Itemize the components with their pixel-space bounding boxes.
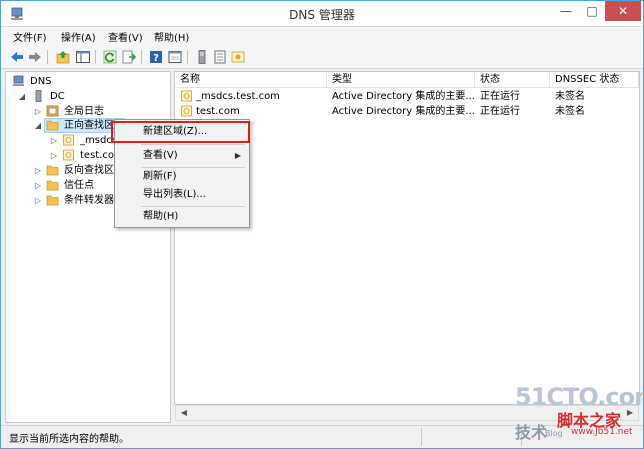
folder-icon bbox=[46, 165, 59, 176]
ctx-view-label: 查看(V) bbox=[143, 150, 178, 161]
back-arrow-icon[interactable] bbox=[9, 49, 25, 65]
server-icon[interactable] bbox=[194, 49, 210, 65]
zone-icon bbox=[63, 149, 74, 161]
status-divider bbox=[421, 428, 422, 446]
toolbar-separator bbox=[47, 50, 48, 64]
zone-icon bbox=[63, 134, 74, 146]
cell-dnssec: 未签名 bbox=[555, 91, 585, 102]
cell-name: test.com bbox=[196, 106, 240, 117]
tree-label-trust-points: 信任点 bbox=[64, 180, 94, 191]
menu-view[interactable]: 查看(V) bbox=[108, 29, 143, 44]
tree-node-dc[interactable]: ◢ DC bbox=[10, 89, 160, 104]
status-text: 显示当前所选内容的帮助。 bbox=[9, 434, 129, 445]
expand-arrow-icon[interactable]: ▷ bbox=[34, 178, 42, 193]
expand-arrow-icon[interactable]: ▷ bbox=[34, 193, 42, 208]
zone-icon bbox=[181, 105, 192, 117]
column-header-type[interactable]: 类型 bbox=[327, 72, 475, 88]
watermark: 51CTO.com 脚本之家 技术 Blog www.Jb51.net bbox=[515, 383, 644, 445]
expand-arrow-icon[interactable]: ▷ bbox=[50, 133, 58, 148]
maximize-button[interactable]: □ bbox=[579, 1, 605, 21]
folder-icon bbox=[46, 180, 59, 191]
menu-separator bbox=[141, 206, 245, 207]
list-row[interactable]: _msdcs.test.com Active Directory 集成的主要..… bbox=[175, 89, 639, 104]
ctx-help[interactable]: 帮助(H) bbox=[115, 208, 249, 226]
cell-name: _msdcs.test.com bbox=[196, 91, 280, 102]
menu-file[interactable]: 文件(F) bbox=[13, 29, 47, 44]
ctx-refresh[interactable]: 刷新(F) bbox=[115, 168, 249, 186]
tree-label-reverse-lookup: 反向查找区域 bbox=[64, 165, 120, 176]
menu-bar: 文件(F) 操作(A) 查看(V) 帮助(H) bbox=[1, 27, 643, 45]
expand-arrow-icon[interactable]: ▷ bbox=[34, 163, 42, 178]
column-header-name[interactable]: 名称 bbox=[175, 72, 327, 88]
watermark-blog: Blog bbox=[545, 429, 563, 438]
annotation-highlight-box bbox=[111, 121, 250, 143]
column-header-dnssec[interactable]: DNSSEC 状态 bbox=[550, 72, 639, 88]
ctx-export-list[interactable]: 导出列表(L)... bbox=[115, 186, 249, 204]
cell-status: 正在运行 bbox=[480, 91, 520, 102]
tree-node-global-logs[interactable]: ▷ 全局日志 bbox=[10, 104, 160, 119]
submenu-arrow-icon: ▶ bbox=[234, 151, 241, 160]
record-icon[interactable] bbox=[230, 49, 246, 65]
cell-dnssec: 未签名 bbox=[555, 106, 585, 117]
title-bar: DNS 管理器 — □ ✕ bbox=[1, 1, 643, 27]
zone-icon bbox=[181, 90, 192, 102]
dns-manager-window: DNS 管理器 — □ ✕ 文件(F) 操作(A) 查看(V) 帮助(H) ? … bbox=[0, 0, 644, 449]
refresh-icon[interactable] bbox=[102, 49, 118, 65]
export-icon[interactable] bbox=[121, 49, 137, 65]
cell-status: 正在运行 bbox=[480, 106, 520, 117]
close-button[interactable]: ✕ bbox=[605, 1, 641, 21]
column-header-status[interactable]: 状态 bbox=[475, 72, 550, 88]
zone-icon[interactable] bbox=[212, 49, 228, 65]
tree-label-dc: DC bbox=[50, 91, 65, 102]
svg-text:?: ? bbox=[153, 53, 159, 64]
window-title: DNS 管理器 bbox=[289, 8, 355, 22]
tree-node-msdcs[interactable]: ▷ _msdcs.test.com bbox=[10, 133, 120, 148]
collapse-arrow-icon[interactable]: ◢ bbox=[34, 118, 42, 133]
tree-node-test-com[interactable]: ▷ test.com bbox=[10, 148, 120, 163]
folder-icon bbox=[46, 120, 59, 131]
tree-label-conditional-forwarders: 条件转发器 bbox=[64, 195, 114, 206]
toolbar-separator bbox=[141, 50, 142, 64]
tree-label-dns: DNS bbox=[30, 76, 52, 87]
list-row[interactable]: test.com Active Directory 集成的主要... 正在运行 … bbox=[175, 104, 639, 119]
toolbar-separator bbox=[95, 50, 96, 64]
tree-node-dns[interactable]: DNS bbox=[10, 74, 160, 89]
scroll-left-icon[interactable]: ◀ bbox=[177, 407, 191, 419]
toolbar: ? bbox=[1, 45, 643, 69]
toolbar-separator bbox=[187, 50, 188, 64]
server-icon bbox=[35, 90, 42, 102]
expand-arrow-icon[interactable]: ▷ bbox=[50, 148, 58, 163]
menu-help[interactable]: 帮助(H) bbox=[154, 29, 189, 44]
watermark-url: www.Jb51.net bbox=[571, 427, 633, 437]
cell-type: Active Directory 集成的主要... bbox=[332, 91, 474, 102]
menu-action[interactable]: 操作(A) bbox=[61, 29, 96, 44]
up-folder-icon[interactable] bbox=[55, 49, 71, 65]
ctx-view[interactable]: 查看(V) ▶ bbox=[115, 147, 249, 165]
expand-arrow-icon[interactable]: ▷ bbox=[34, 104, 42, 119]
tree-label-global-logs: 全局日志 bbox=[64, 106, 104, 117]
tree-node-forward-lookup[interactable]: ◢ 正向查找区域 bbox=[10, 118, 125, 133]
watermark-tech: 技术 bbox=[515, 423, 548, 442]
help-icon[interactable]: ? bbox=[148, 49, 164, 65]
cell-type: Active Directory 集成的主要... bbox=[332, 106, 474, 117]
menu-separator bbox=[141, 144, 245, 145]
show-tree-icon[interactable] bbox=[75, 49, 91, 65]
folder-icon bbox=[46, 195, 59, 206]
tree-node-reverse-lookup[interactable]: ▷ 反向查找区域 bbox=[10, 163, 120, 178]
event-log-icon bbox=[46, 105, 59, 117]
minimize-button[interactable]: — bbox=[553, 1, 579, 21]
dns-root-icon bbox=[13, 75, 24, 86]
collapse-arrow-icon[interactable]: ◢ bbox=[18, 89, 26, 104]
forward-arrow-icon[interactable] bbox=[27, 49, 43, 65]
properties-icon[interactable] bbox=[167, 49, 183, 65]
